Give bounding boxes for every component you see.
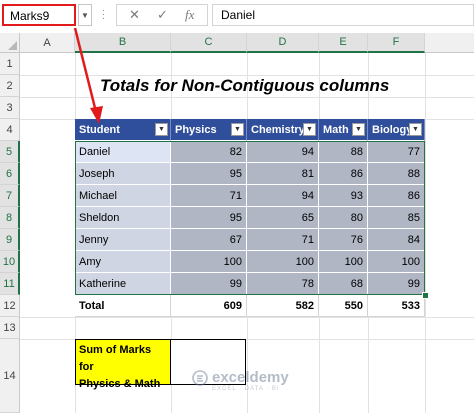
red-arrow-annotation <box>73 27 103 124</box>
